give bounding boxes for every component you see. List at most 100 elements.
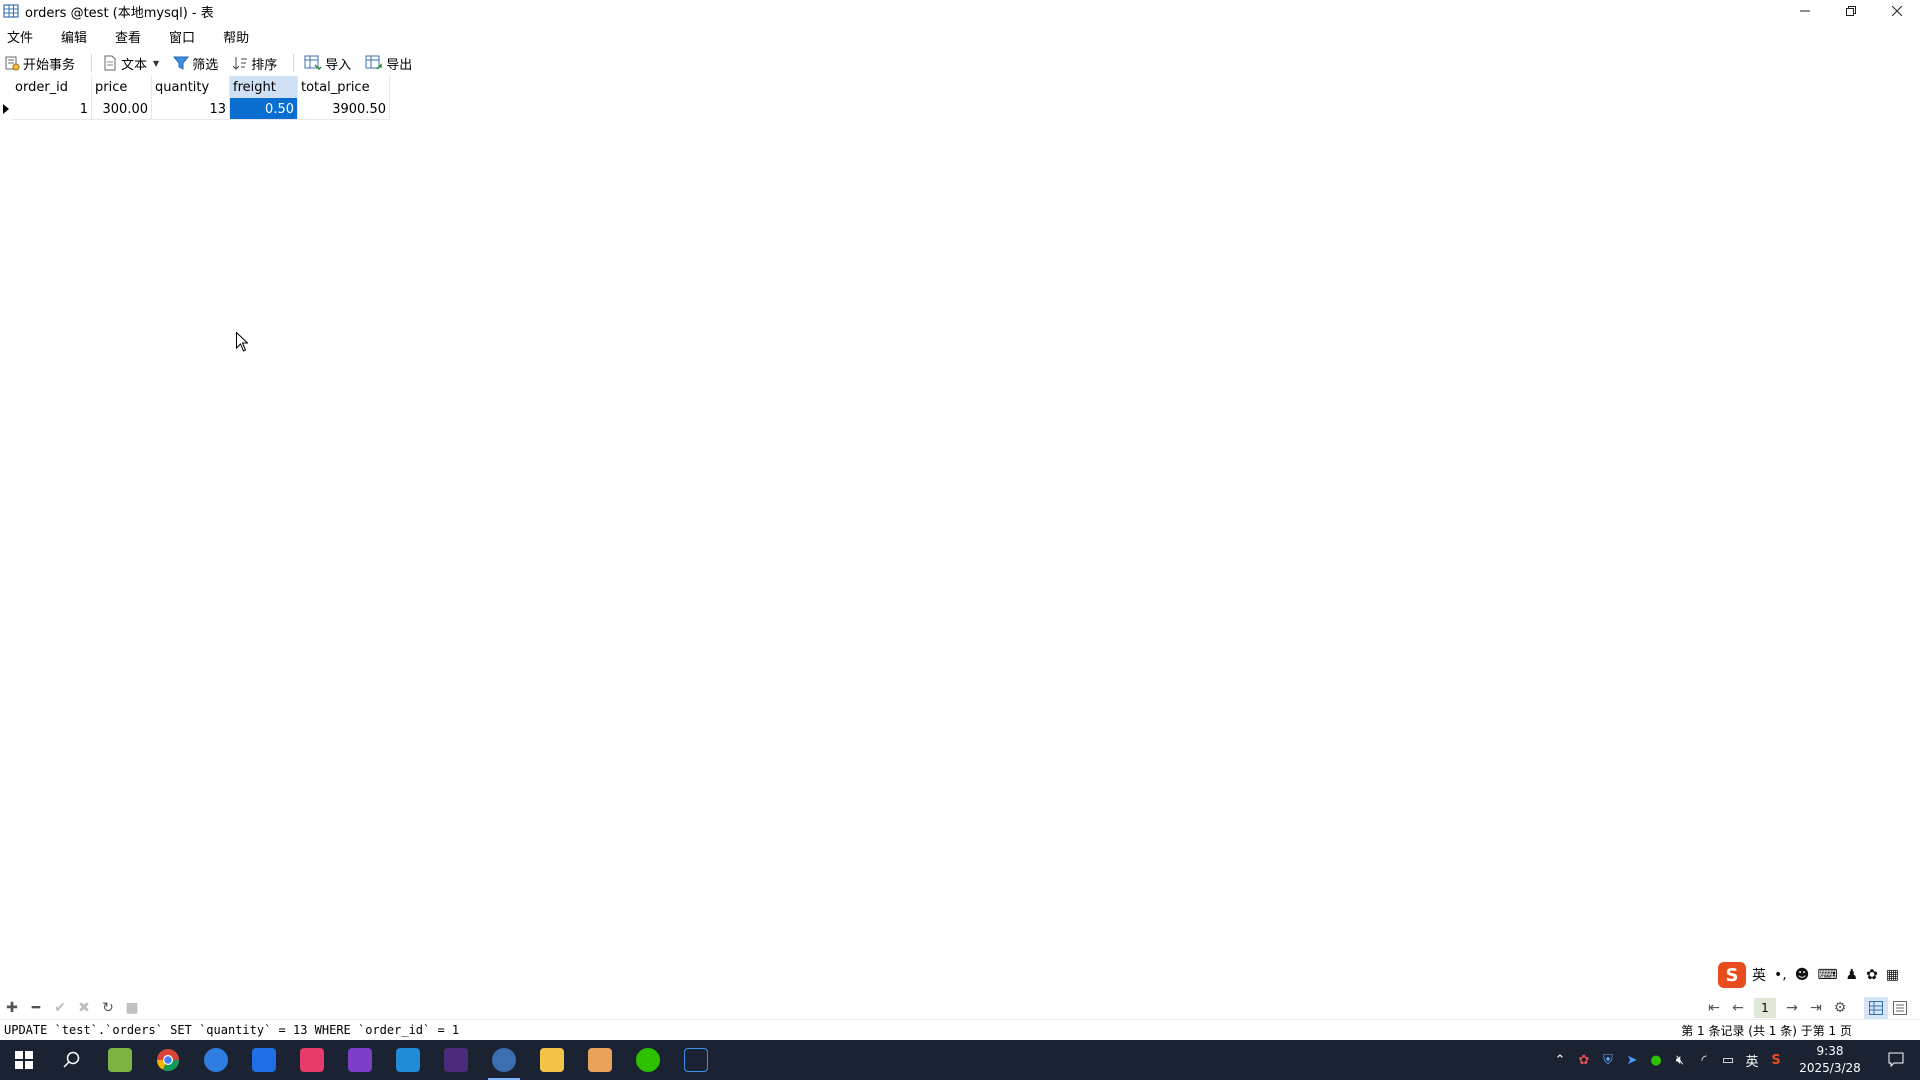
cell-price[interactable]: 300.00 <box>92 98 152 120</box>
taskbar-app-wechat[interactable] <box>624 1040 672 1080</box>
taskbar-app-explorer[interactable] <box>528 1040 576 1080</box>
volume-muted-icon[interactable]: 🔇︎ <box>1668 1040 1692 1080</box>
start-button[interactable] <box>0 1040 48 1080</box>
import-icon <box>304 55 322 71</box>
discard-changes-button[interactable]: ✖ <box>72 997 96 1019</box>
sogou-tray-icon[interactable]: S <box>1764 1040 1788 1080</box>
column-header-quantity[interactable]: quantity <box>152 76 230 98</box>
shield-icon[interactable]: ⛨ <box>1596 1040 1620 1080</box>
stop-icon: ■ <box>125 1000 139 1016</box>
document-icon <box>104 55 116 71</box>
x-icon: ✖ <box>78 1000 90 1016</box>
clock-time: 9:38 <box>1816 1044 1844 1058</box>
mail-icon <box>588 1048 612 1072</box>
taskbar-app-browser[interactable] <box>192 1040 240 1080</box>
export-button[interactable]: 导出 <box>361 52 416 74</box>
column-header-price[interactable]: price <box>92 76 152 98</box>
text-view-button[interactable]: 文本 ▼ <box>98 52 163 74</box>
sogou-logo-icon[interactable]: S <box>1718 962 1746 988</box>
column-header-order-id[interactable]: order_id <box>12 76 92 98</box>
taskbar-app-feishu[interactable] <box>240 1040 288 1080</box>
user-icon[interactable]: ♟ <box>1846 967 1859 983</box>
clock-date: 2025/3/28 <box>1799 1061 1861 1075</box>
cell-quantity[interactable]: 13 <box>152 98 230 120</box>
system-tray: ⌃ ✿ ⛨ ➤ ● 🔇︎ ◜ ▭ 英 S 9:38 2025/3/28 <box>1548 1040 1920 1080</box>
current-row-indicator[interactable] <box>0 98 12 120</box>
data-grid[interactable]: order_id price quantity freight total_pr… <box>0 76 390 120</box>
ime-punctuation-toggle[interactable]: •, <box>1774 967 1787 983</box>
menu-grid-icon[interactable]: ▦ <box>1886 967 1899 983</box>
settings-button[interactable]: ⚙ <box>1828 997 1852 1019</box>
last-page-button[interactable]: ⇥ <box>1804 997 1828 1019</box>
stop-button[interactable]: ■ <box>120 997 144 1019</box>
taskbar-app-notepad[interactable] <box>96 1040 144 1080</box>
column-header-freight[interactable]: freight <box>230 76 298 98</box>
column-header-total-price[interactable]: total_price <box>298 76 390 98</box>
status-bar: UPDATE `test`.`orders` SET `quantity` = … <box>0 1019 1920 1040</box>
search-icon <box>63 1051 80 1068</box>
wechat-tray-icon[interactable]: ● <box>1644 1040 1668 1080</box>
clock[interactable]: 9:38 2025/3/28 <box>1788 1043 1872 1077</box>
ime-mode-toggle[interactable]: 英 <box>1752 965 1766 985</box>
taskbar-app-terminal-2[interactable] <box>672 1040 720 1080</box>
taskbar-app-navicat[interactable] <box>288 1040 336 1080</box>
mouse-cursor-icon <box>236 332 248 352</box>
filter-button[interactable]: 筛选 <box>169 52 222 74</box>
row-pointer-icon <box>3 104 9 114</box>
menu-window[interactable]: 窗口 <box>162 27 207 46</box>
cell-order-id[interactable]: 1 <box>12 98 92 120</box>
arrow-left-icon: ← <box>1732 1000 1744 1016</box>
refresh-button[interactable]: ↻ <box>96 997 120 1019</box>
toolbar: 开始事务 文本 ▼ 筛选 排序 导入 导出 <box>0 51 422 75</box>
menu-edit[interactable]: 编辑 <box>54 27 99 46</box>
table-row[interactable]: 1 300.00 13 0.50 3900.50 <box>0 98 390 120</box>
emoji-icon[interactable]: ☻ <box>1795 967 1810 983</box>
feishu-tray-icon[interactable]: ➤ <box>1620 1040 1644 1080</box>
begin-transaction-button[interactable]: 开始事务 <box>0 52 79 74</box>
add-record-button[interactable]: ✚ <box>0 997 24 1019</box>
notification-button[interactable] <box>1872 1040 1920 1080</box>
taskbar-app-vscode[interactable] <box>384 1040 432 1080</box>
keyboard-icon[interactable]: ⌨ <box>1817 967 1837 983</box>
refresh-icon: ↻ <box>102 1000 114 1016</box>
tray-app-icon[interactable]: ✿ <box>1572 1040 1596 1080</box>
grid-view-icon <box>1869 1001 1883 1015</box>
chevron-down-icon[interactable]: ▼ <box>153 59 159 68</box>
begin-transaction-label: 开始事务 <box>23 57 76 73</box>
search-button[interactable] <box>48 1040 96 1080</box>
chrome-icon <box>157 1049 179 1071</box>
taskbar-app-navicat-active[interactable] <box>480 1040 528 1080</box>
import-button[interactable]: 导入 <box>300 52 355 74</box>
form-view-button[interactable] <box>1888 997 1912 1019</box>
grid-view-button[interactable] <box>1864 997 1888 1019</box>
prev-page-button[interactable]: ← <box>1726 997 1750 1019</box>
taskbar-app-chrome[interactable] <box>144 1040 192 1080</box>
page-number[interactable]: 1 <box>1754 998 1776 1018</box>
notification-icon <box>1888 1052 1904 1068</box>
sort-button[interactable]: 排序 <box>228 52 281 74</box>
apply-changes-button[interactable]: ✔ <box>48 997 72 1019</box>
cell-total-price[interactable]: 3900.50 <box>298 98 390 120</box>
menu-view[interactable]: 查看 <box>108 27 153 46</box>
minimize-button[interactable] <box>1782 0 1828 22</box>
close-button[interactable] <box>1874 0 1920 22</box>
last-page-icon: ⇥ <box>1810 1000 1822 1016</box>
chevron-up-icon[interactable]: ⌃ <box>1548 1040 1572 1080</box>
restore-button[interactable] <box>1828 0 1874 22</box>
gear-icon: ⚙ <box>1833 1000 1847 1016</box>
first-page-button[interactable]: ⇤ <box>1702 997 1726 1019</box>
ime-toolbar[interactable]: S 英 •, ☻ ⌨ ♟ ✿ ▦ <box>1716 961 1920 989</box>
next-page-button[interactable]: → <box>1780 997 1804 1019</box>
cell-freight[interactable]: 0.50 <box>230 98 298 120</box>
taskbar-app-visual-studio[interactable] <box>336 1040 384 1080</box>
menu-help[interactable]: 帮助 <box>216 27 261 46</box>
delete-record-button[interactable]: ━ <box>24 997 48 1019</box>
taskbar-app-mail[interactable] <box>576 1040 624 1080</box>
export-label: 导出 <box>386 57 413 73</box>
wifi-icon[interactable]: ◜ <box>1692 1040 1716 1080</box>
taskbar-app-terminal[interactable] <box>432 1040 480 1080</box>
menu-file[interactable]: 文件 <box>0 27 45 46</box>
skin-icon[interactable]: ✿ <box>1866 967 1878 983</box>
input-language[interactable]: 英 <box>1740 1040 1764 1080</box>
battery-icon[interactable]: ▭ <box>1716 1040 1740 1080</box>
